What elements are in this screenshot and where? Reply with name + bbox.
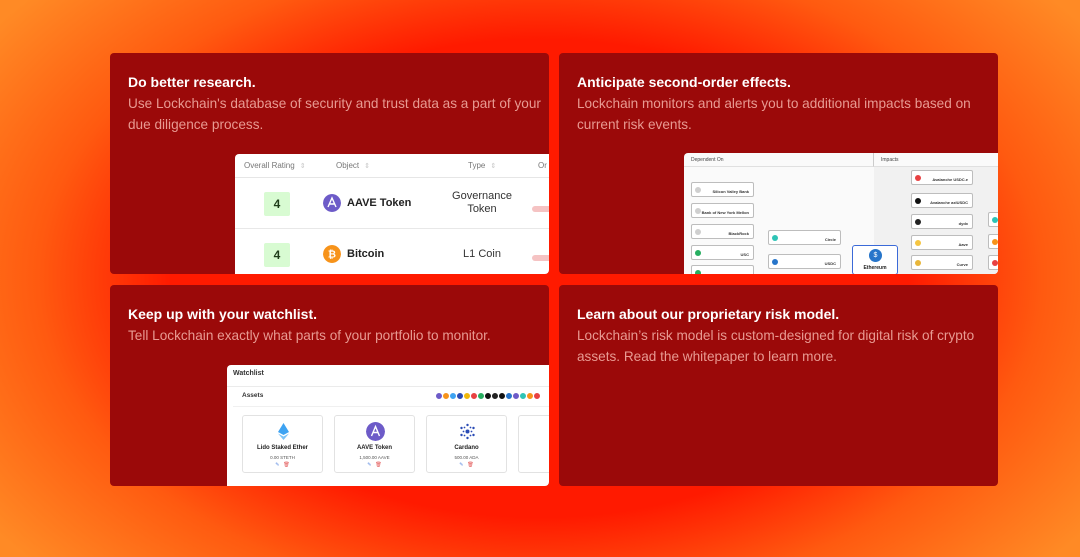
research-card: Do better research. Use Lockchain's data… bbox=[110, 53, 549, 274]
asset-name: AAVE Token bbox=[356, 445, 393, 451]
table-row[interactable]: 4 AAVE Token Governance Token bbox=[235, 179, 549, 229]
object-name: AAVE Token bbox=[347, 197, 412, 209]
graph-node[interactable] bbox=[988, 255, 998, 270]
graph-node[interactable]: USDC bbox=[768, 254, 841, 269]
col-or[interactable]: Or bbox=[538, 161, 547, 170]
aave-icon bbox=[366, 422, 385, 441]
cardano-icon bbox=[460, 423, 475, 440]
second-order-card-title: Anticipate second-order effects. bbox=[577, 74, 791, 90]
graph-node[interactable]: dydx bbox=[911, 214, 973, 229]
edit-icon[interactable]: ✎ bbox=[367, 462, 371, 468]
asset-card[interactable]: AAVE Token 1,500.00 AAVE ✎ 🗑 bbox=[334, 415, 415, 473]
bitcoin-icon: ₿ bbox=[323, 245, 341, 263]
object-type: L1 Coin bbox=[463, 248, 501, 260]
research-card-title: Do better research. bbox=[128, 74, 256, 90]
graph-node[interactable] bbox=[988, 212, 998, 227]
col-type[interactable]: Type ⇕ bbox=[468, 161, 496, 170]
risk-model-card-body: Lockchain’s risk model is custom-designe… bbox=[577, 328, 975, 364]
asset-balance: 0.00 STETH bbox=[270, 455, 295, 460]
asset-name: Lido Staked Ether bbox=[256, 445, 308, 451]
graph-node[interactable]: Circle bbox=[768, 230, 841, 245]
lido-icon bbox=[278, 423, 289, 440]
graph-node[interactable]: Curve bbox=[911, 255, 973, 270]
watchlist-card: Keep up with your watchlist. Tell Lockch… bbox=[110, 285, 549, 486]
asset-name: Cardano bbox=[454, 445, 479, 451]
asset-card[interactable]: Cardano 500.00 ADA ✎ 🗑 bbox=[426, 415, 507, 473]
status-pill bbox=[532, 206, 549, 212]
risk-model-card-title: Learn about our proprietary risk model. bbox=[577, 306, 840, 322]
sort-icon[interactable]: ⇕ bbox=[300, 162, 306, 170]
asset-card[interactable] bbox=[518, 415, 549, 473]
edit-icon[interactable]: ✎ bbox=[275, 462, 279, 468]
watchlist-card-title: Keep up with your watchlist. bbox=[128, 306, 318, 322]
rating-badge: 4 bbox=[264, 192, 290, 216]
rating-table: Overall Rating ⇕ Object ⇕ Type ⇕ Or 4 AAVE … bbox=[235, 154, 549, 274]
second-order-card: Anticipate second-order effects. Lockcha… bbox=[559, 53, 998, 274]
usdc-icon: $ bbox=[869, 249, 882, 262]
trash-icon[interactable]: 🗑 bbox=[283, 462, 289, 468]
assets-label: Assets bbox=[242, 392, 264, 399]
second-order-card-body: Lockchain monitors and alerts you to add… bbox=[577, 96, 971, 132]
research-card-body: Use Lockchain's database of security and… bbox=[128, 96, 541, 132]
asset-icon-strip bbox=[435, 392, 541, 401]
ethereum-node[interactable]: $ Ethereum bbox=[852, 245, 898, 274]
graph-node[interactable] bbox=[691, 265, 754, 274]
asset-card[interactable]: Lido Staked Ether 0.00 STETH ✎ 🗑 bbox=[242, 415, 323, 473]
sort-icon[interactable]: ⇕ bbox=[364, 162, 370, 170]
watchlist-title: Watchlist bbox=[233, 370, 264, 377]
dependency-graph: Dependent On Impacts Silicon Valley Bank… bbox=[684, 153, 998, 274]
sort-icon[interactable]: ⇕ bbox=[490, 162, 496, 170]
watchlist-card-body: Tell Lockchain exactly what parts of you… bbox=[128, 328, 491, 343]
dependent-on-header: Dependent On bbox=[684, 153, 874, 167]
graph-node[interactable]: Aave bbox=[911, 235, 973, 250]
impacts-header: Impacts bbox=[874, 153, 998, 167]
edit-icon[interactable]: ✎ bbox=[459, 462, 463, 468]
object-type: Governance Token bbox=[452, 190, 512, 215]
graph-node[interactable]: Avalanche axlUSDC bbox=[911, 193, 973, 208]
trash-icon[interactable]: 🗑 bbox=[375, 462, 381, 468]
watchlist-panel: Watchlist Assets Lido Staked Ether 0.00 … bbox=[227, 365, 549, 486]
graph-node[interactable]: Silicon Valley Bank bbox=[691, 182, 754, 197]
svg-text:₿: ₿ bbox=[328, 249, 336, 261]
risk-model-card[interactable]: Learn about our proprietary risk model. … bbox=[559, 285, 998, 486]
table-header: Overall Rating ⇕ Object ⇕ Type ⇕ Or bbox=[235, 154, 549, 178]
status-pill bbox=[532, 255, 549, 261]
asset-balance: 500.00 ADA bbox=[454, 455, 479, 460]
asset-balance: 1,500.00 AAVE bbox=[359, 455, 390, 460]
graph-node[interactable]: BlackRock bbox=[691, 224, 754, 239]
trash-icon[interactable]: 🗑 bbox=[467, 462, 473, 468]
graph-node[interactable]: Bank of New York Mellon bbox=[691, 203, 754, 218]
col-overall-rating[interactable]: Overall Rating ⇕ bbox=[244, 161, 306, 170]
object-name: Bitcoin bbox=[347, 248, 385, 260]
graph-node[interactable]: Avalanche USDC.e bbox=[911, 170, 973, 185]
rating-badge: 4 bbox=[264, 243, 290, 267]
aave-icon bbox=[323, 194, 341, 212]
col-object[interactable]: Object ⇕ bbox=[336, 161, 370, 170]
graph-node[interactable]: USC bbox=[691, 245, 754, 260]
graph-node[interactable] bbox=[988, 234, 998, 249]
table-row[interactable]: 4 ₿ Bitcoin L1 Coin bbox=[235, 230, 549, 274]
